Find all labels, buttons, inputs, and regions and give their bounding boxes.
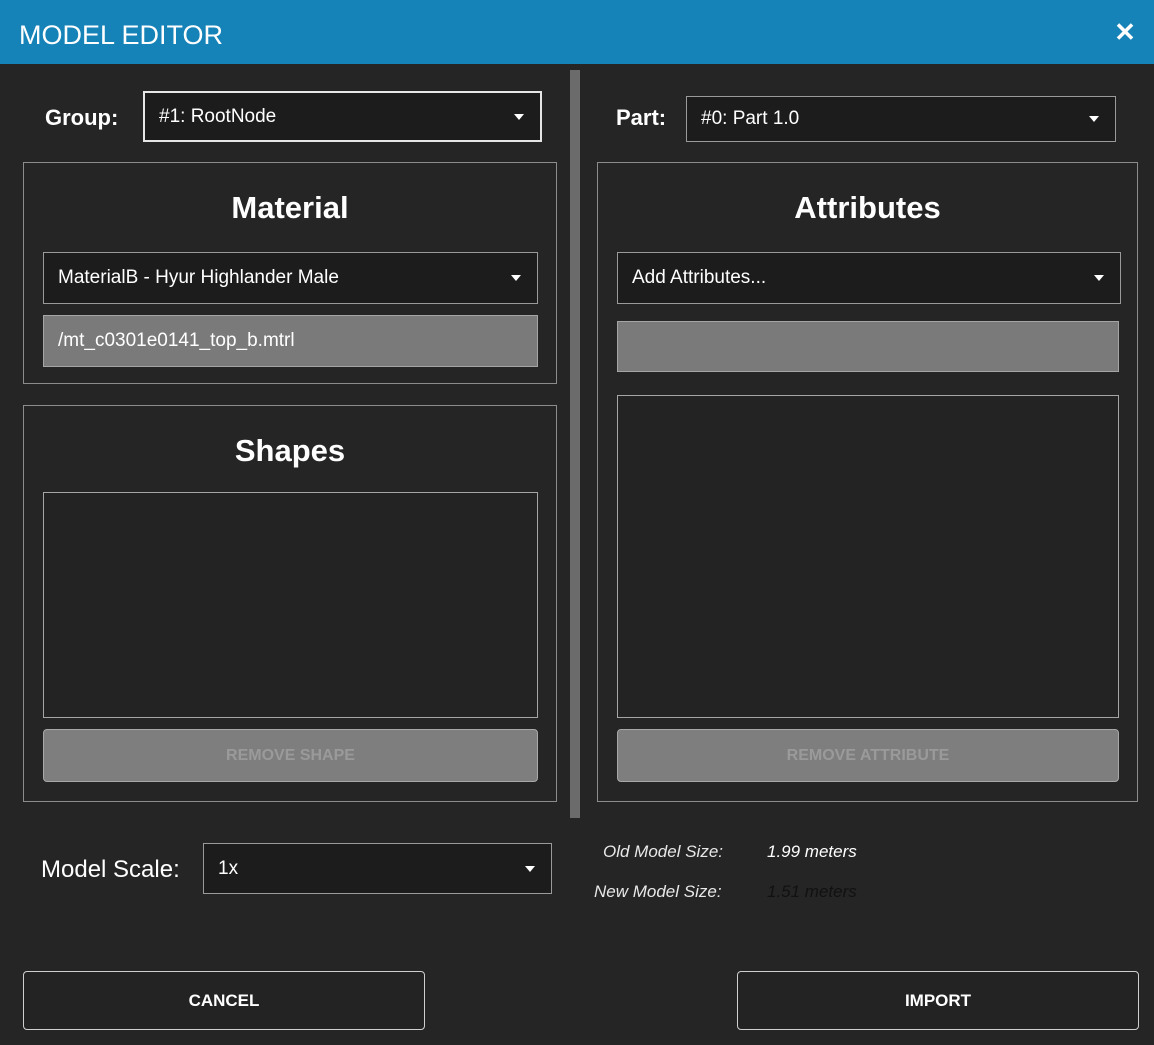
attribute-input-field[interactable]: [617, 321, 1119, 372]
material-dropdown[interactable]: MaterialB - Hyur Highlander Male: [43, 252, 538, 304]
part-dropdown-value: #0: Part 1.0: [701, 108, 800, 129]
old-size-value: 1.99 meters: [767, 842, 857, 861]
attributes-dropdown[interactable]: Add Attributes...: [617, 252, 1121, 304]
material-panel: Material MaterialB - Hyur Highlander Mal…: [23, 162, 557, 384]
model-scale-dropdown[interactable]: 1x: [203, 843, 552, 894]
part-dropdown[interactable]: #0: Part 1.0: [686, 96, 1116, 142]
shapes-panel: Shapes REMOVE SHAPE: [23, 405, 557, 802]
model-scale-value: 1x: [218, 857, 239, 879]
material-title: Material: [231, 190, 349, 225]
chevron-down-icon: [511, 275, 521, 281]
title-bar: MODEL EDITOR ✕: [0, 0, 1154, 64]
part-label: Part:: [616, 105, 667, 130]
new-size-value: 1.51 meters: [767, 882, 857, 901]
shapes-title: Shapes: [234, 433, 346, 468]
material-dropdown-value: MaterialB - Hyur Highlander Male: [58, 267, 339, 288]
chevron-down-icon: [1094, 275, 1104, 281]
attributes-list[interactable]: [617, 395, 1119, 718]
import-label: IMPORT: [904, 990, 972, 1010]
attributes-title: Attributes: [794, 190, 941, 225]
window-title: MODEL EDITOR: [19, 20, 224, 50]
cancel-label: CANCEL: [188, 990, 260, 1010]
cancel-button[interactable]: CANCEL: [23, 971, 425, 1030]
material-path-value: /mt_c0301e0141_top_b.mtrl: [58, 330, 295, 351]
chevron-down-icon: [525, 865, 535, 872]
panel-divider[interactable]: [570, 70, 580, 818]
group-label: Group:: [45, 105, 119, 130]
attributes-panel: Attributes Add Attributes... REMOVE ATTR…: [597, 162, 1138, 802]
group-dropdown-value: #1: RootNode: [159, 105, 277, 127]
group-dropdown[interactable]: #1: RootNode: [143, 91, 542, 142]
new-size-label: New Model Size:: [594, 882, 722, 901]
remove-shape-label: REMOVE SHAPE: [226, 746, 355, 764]
remove-shape-button[interactable]: REMOVE SHAPE: [43, 729, 538, 782]
close-icon[interactable]: ✕: [1110, 17, 1140, 47]
material-path-field[interactable]: /mt_c0301e0141_top_b.mtrl: [43, 315, 538, 367]
attributes-dropdown-value: Add Attributes...: [632, 267, 767, 288]
remove-attribute-button[interactable]: REMOVE ATTRIBUTE: [617, 729, 1119, 782]
old-size-label: Old Model Size:: [603, 842, 723, 861]
chevron-down-icon: [1089, 116, 1099, 122]
import-button[interactable]: IMPORT: [737, 971, 1139, 1030]
remove-attribute-label: REMOVE ATTRIBUTE: [786, 746, 950, 764]
model-scale-label: Model Scale:: [41, 856, 180, 883]
shapes-list[interactable]: [43, 492, 538, 718]
chevron-down-icon: [514, 113, 524, 120]
